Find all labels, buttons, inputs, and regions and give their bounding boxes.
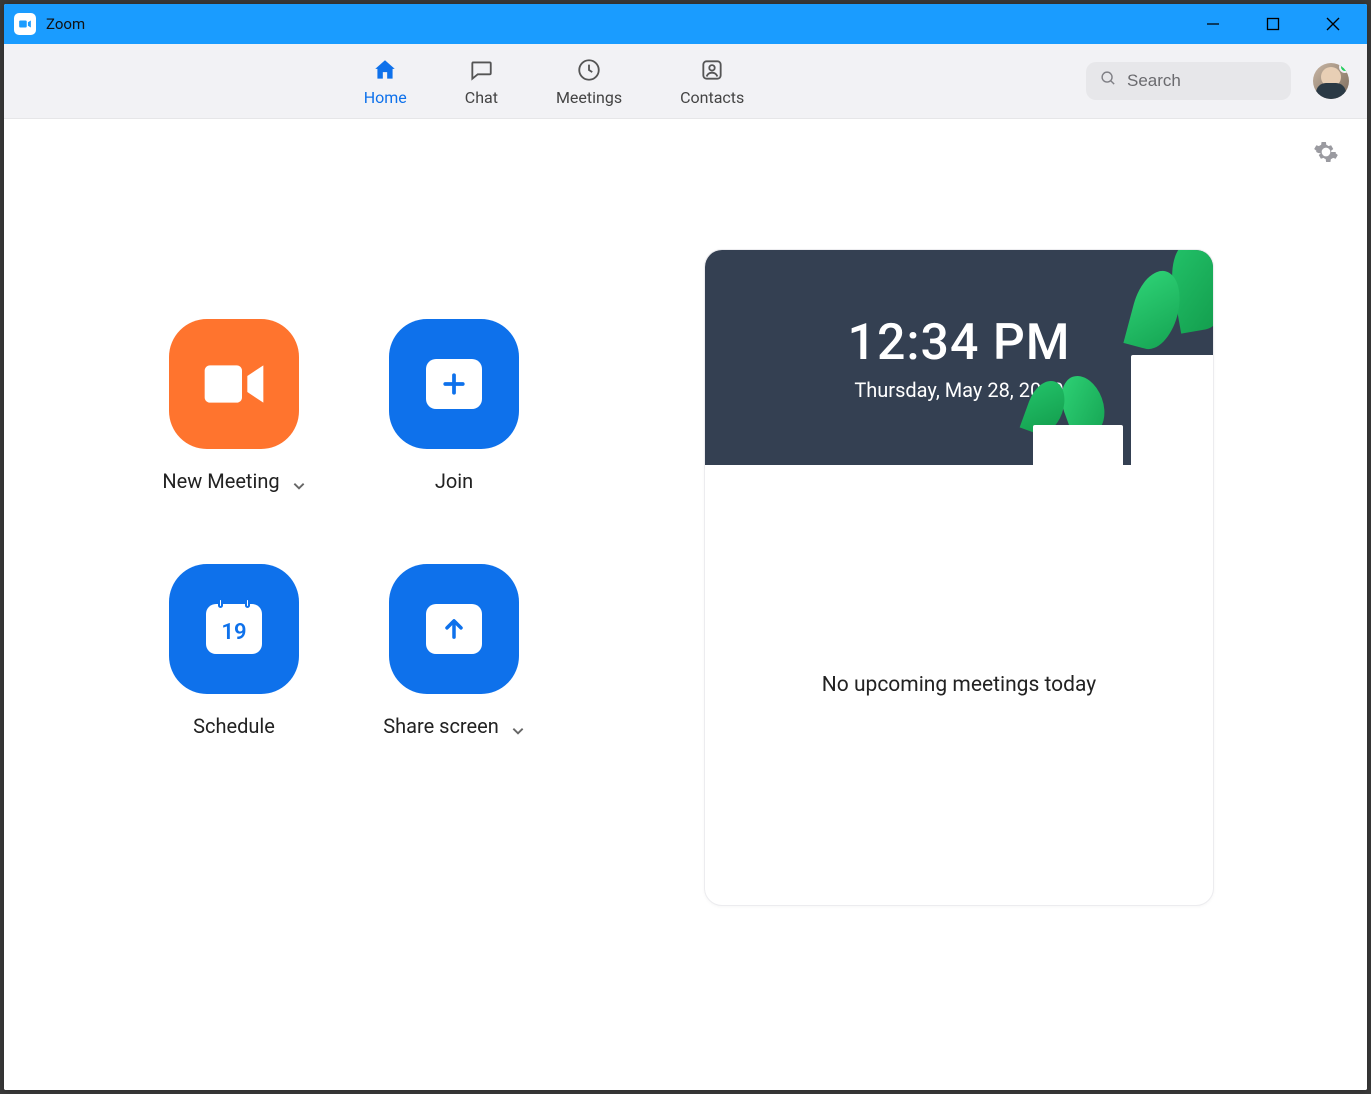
close-button[interactable] — [1303, 4, 1363, 44]
schedule-button[interactable]: 19 Schedule — [124, 564, 344, 779]
clock-icon — [575, 56, 603, 84]
tab-contacts-label: Contacts — [680, 88, 744, 107]
video-icon — [169, 319, 299, 449]
window-title: Zoom — [46, 15, 85, 33]
arrow-up-icon — [426, 604, 482, 654]
upcoming-card: 12:34 PM Thursday, May 28, 2020 No upcom… — [704, 249, 1214, 906]
plant-decoration — [1033, 425, 1123, 465]
clock-hero: 12:34 PM Thursday, May 28, 2020 — [705, 250, 1213, 465]
share-screen-button[interactable]: Share screen — [344, 564, 564, 779]
search-input[interactable] — [1127, 71, 1277, 91]
titlebar: Zoom — [4, 4, 1367, 44]
tab-meetings[interactable]: Meetings — [556, 56, 622, 107]
join-label: Join — [435, 469, 473, 493]
plus-icon — [426, 359, 482, 409]
settings-button[interactable] — [1313, 139, 1339, 165]
join-button[interactable]: Join — [344, 319, 564, 534]
maximize-button[interactable] — [1243, 4, 1303, 44]
clock-time: 12:34 PM — [848, 314, 1071, 372]
calendar-day: 19 — [221, 620, 246, 645]
zoom-logo-icon — [14, 13, 36, 35]
tab-home-label: Home — [364, 88, 407, 107]
tab-home[interactable]: Home — [364, 56, 407, 107]
no-meetings-text: No upcoming meetings today — [822, 673, 1096, 697]
tab-chat-label: Chat — [465, 88, 498, 107]
search-box[interactable] — [1086, 62, 1291, 100]
action-grid: New Meeting Join — [124, 319, 564, 779]
schedule-label: Schedule — [193, 714, 275, 738]
minimize-button[interactable] — [1183, 4, 1243, 44]
search-icon — [1100, 70, 1117, 92]
chevron-down-icon[interactable] — [511, 719, 525, 733]
avatar[interactable] — [1313, 63, 1349, 99]
app-window: Zoom Home Chat — [4, 4, 1367, 1090]
plant-decoration — [1131, 355, 1213, 465]
chevron-down-icon[interactable] — [292, 474, 306, 488]
presence-online-icon — [1339, 63, 1349, 73]
contacts-icon — [698, 56, 726, 84]
tab-chat[interactable]: Chat — [465, 56, 498, 107]
tab-meetings-label: Meetings — [556, 88, 622, 107]
tab-contacts[interactable]: Contacts — [680, 56, 744, 107]
chat-icon — [467, 56, 495, 84]
new-meeting-button[interactable]: New Meeting — [124, 319, 344, 534]
calendar-icon: 19 — [206, 604, 262, 654]
main-nav: Home Chat Meetings Contacts — [22, 56, 1086, 107]
main-area: New Meeting Join — [4, 119, 1367, 1090]
toolbar: Home Chat Meetings Contacts — [4, 44, 1367, 119]
share-screen-label: Share screen — [383, 714, 499, 738]
new-meeting-label: New Meeting — [162, 469, 279, 493]
home-icon — [371, 56, 399, 84]
